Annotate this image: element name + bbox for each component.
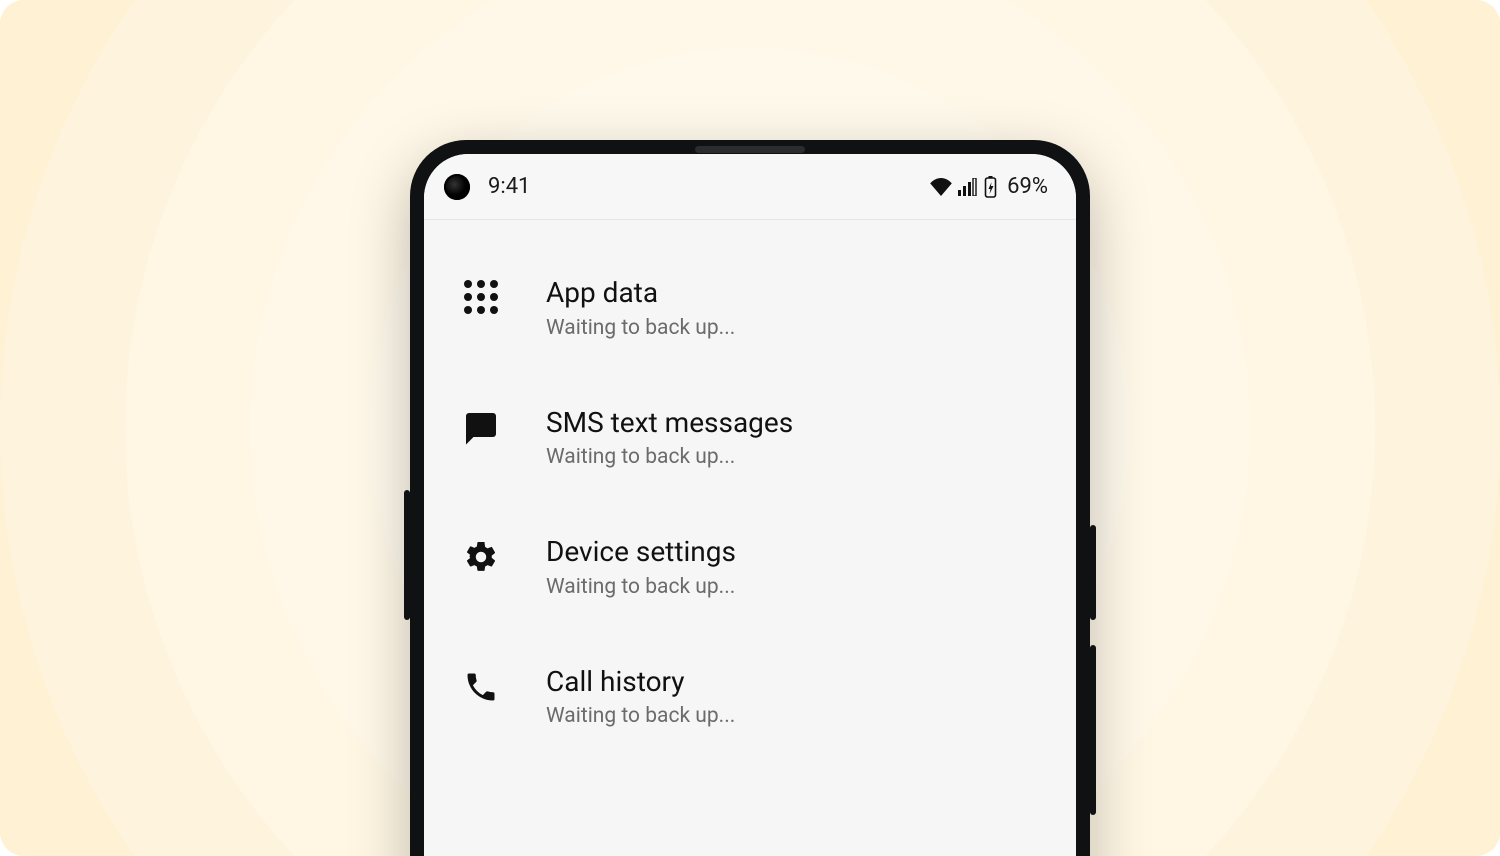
list-item-title: SMS text messages xyxy=(546,406,1046,440)
phone-side-button-left xyxy=(404,490,410,620)
status-time: 9:41 xyxy=(488,174,530,199)
illustration-canvas: 9:41 xyxy=(0,0,1500,856)
backup-items-list: App data Waiting to back up... SMS text … xyxy=(424,220,1076,768)
camera-hole xyxy=(444,174,470,200)
battery-icon xyxy=(984,176,997,198)
list-item[interactable]: SMS text messages Waiting to back up... xyxy=(446,380,1054,510)
apps-grid-icon xyxy=(454,276,508,314)
status-battery-percent: 69% xyxy=(1007,174,1048,199)
phone-icon xyxy=(454,665,508,705)
phone-speaker xyxy=(695,146,805,153)
message-icon xyxy=(454,406,508,446)
cellular-signal-icon xyxy=(958,178,978,196)
list-item-title: Call history xyxy=(546,665,1046,699)
list-item-title: Device settings xyxy=(546,535,1046,569)
list-item-subtitle: Waiting to back up... xyxy=(546,316,1046,340)
phone-screen: 9:41 xyxy=(424,154,1076,856)
list-item[interactable]: Device settings Waiting to back up... xyxy=(446,509,1054,639)
list-item[interactable]: App data Waiting to back up... xyxy=(446,250,1054,380)
gear-icon xyxy=(454,535,508,575)
list-item-subtitle: Waiting to back up... xyxy=(546,704,1046,728)
status-bar: 9:41 xyxy=(424,154,1076,220)
list-item-title: App data xyxy=(546,276,1046,310)
phone-body: 9:41 xyxy=(410,140,1090,856)
list-item[interactable]: Call history Waiting to back up... xyxy=(446,639,1054,769)
phone-side-button-right xyxy=(1090,525,1096,620)
list-item-subtitle: Waiting to back up... xyxy=(546,445,1046,469)
phone-frame: 9:41 xyxy=(410,140,1090,856)
wifi-icon xyxy=(930,178,952,196)
list-item-subtitle: Waiting to back up... xyxy=(546,575,1046,599)
phone-side-button-right xyxy=(1090,645,1096,815)
